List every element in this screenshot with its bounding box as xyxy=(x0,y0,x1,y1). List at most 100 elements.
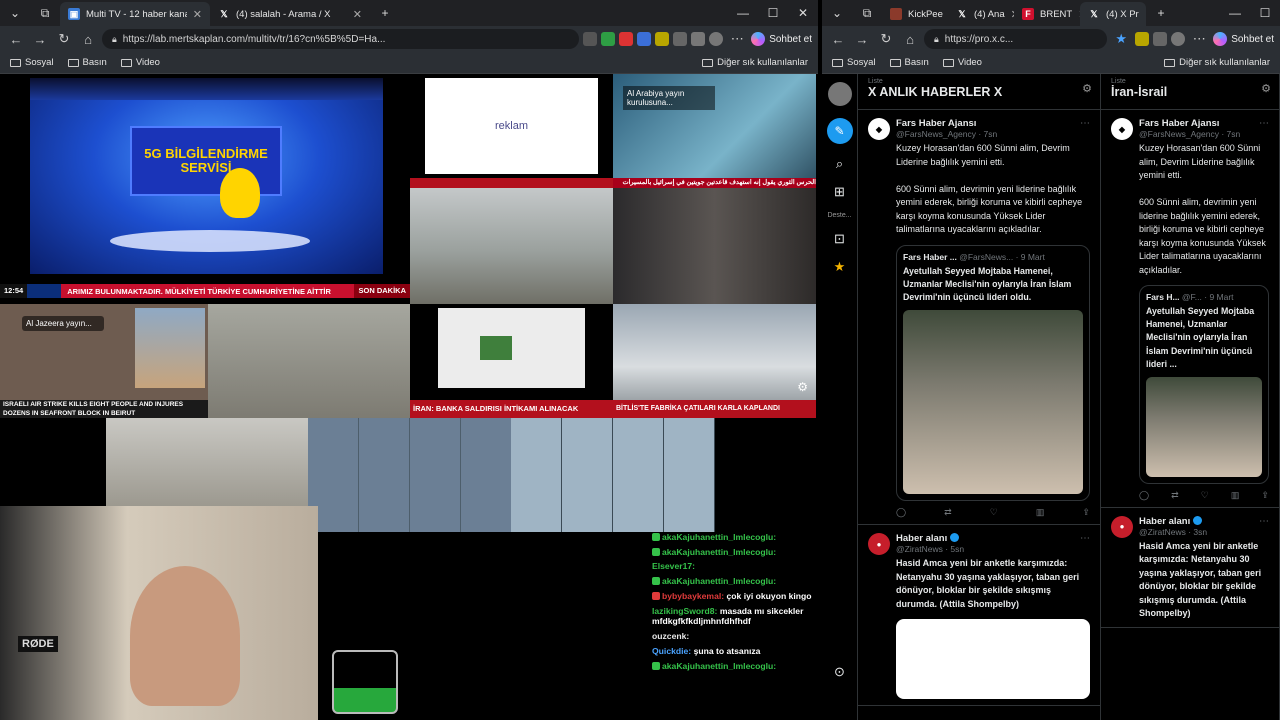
close-window-icon[interactable]: ✕ xyxy=(788,6,818,20)
profile-avatar[interactable] xyxy=(827,82,852,106)
tv-tile-studio[interactable]: 5G BİLGİLENDİRME SERVİSİ 12:54 ARIMIZ BU… xyxy=(0,74,410,304)
tv-tile-city-skyline[interactable] xyxy=(410,188,613,304)
chat-username[interactable]: akaKajuhanettin_Imlecoglu: xyxy=(662,576,776,586)
maximize-icon[interactable]: ☐ xyxy=(1250,6,1280,20)
extension-icon[interactable] xyxy=(673,32,688,46)
copilot-chat-button[interactable]: Sohbet et xyxy=(751,32,812,46)
column-settings-icon[interactable]: ⚙ xyxy=(1082,82,1092,95)
more-icon[interactable]: ⋯ xyxy=(1080,118,1090,129)
extension-icon[interactable] xyxy=(637,32,652,46)
quote-photo[interactable] xyxy=(903,310,1083,495)
bookmark-folder-video[interactable]: Video xyxy=(942,57,982,68)
tv-tile-aljazeera[interactable]: Al Jazeera yayın... ISRAELI AIR STRIKE K… xyxy=(0,304,208,418)
chat-username[interactable]: akaKajuhanettin_Imlecoglu: xyxy=(662,532,776,542)
tweet-author[interactable]: Fars Haber Ajansı xyxy=(1139,118,1240,129)
minimize-icon[interactable]: — xyxy=(1220,6,1250,20)
tv-tile-camera-grid-1[interactable] xyxy=(308,418,511,532)
views-icon[interactable]: ▥ xyxy=(1036,507,1045,518)
tweet-chart-image[interactable] xyxy=(896,619,1090,700)
split-screen-icon[interactable] xyxy=(691,32,706,46)
refresh-icon[interactable]: ↻ xyxy=(876,31,896,47)
chat-username[interactable]: bybybaykemal: xyxy=(662,591,724,601)
share-icon[interactable]: ⇪ xyxy=(1082,507,1090,518)
extension-icon[interactable] xyxy=(583,32,598,46)
back-icon[interactable]: ← xyxy=(828,32,848,47)
tab-brent[interactable]: FBRENT✕ xyxy=(1014,2,1080,26)
like-icon[interactable]: ♡ xyxy=(1201,490,1209,501)
profile-avatar[interactable] xyxy=(1171,32,1186,46)
settings-gear-icon[interactable]: ⚙ xyxy=(797,380,808,394)
back-icon[interactable]: ← xyxy=(6,32,26,47)
tab-kick[interactable]: KickPee✕ xyxy=(882,2,948,26)
forward-icon[interactable]: → xyxy=(852,32,872,47)
workspaces-icon[interactable]: ⧉ xyxy=(30,6,60,21)
tweet[interactable]: ⋯ ● Haber alanı @ZiratNews · 3sn Hasid A… xyxy=(1101,508,1279,628)
views-icon[interactable]: ▥ xyxy=(1231,490,1240,501)
minimize-icon[interactable]: — xyxy=(728,6,758,20)
tv-tile-drama[interactable] xyxy=(613,188,816,304)
extension-icon[interactable] xyxy=(601,32,616,46)
tv-tile-cnnturk[interactable]: İRAN: BANKA SALDIRISI İNTİKAMI ALINACAK xyxy=(410,304,613,418)
reply-icon[interactable]: ◯ xyxy=(1139,490,1149,501)
refresh-icon[interactable]: ↻ xyxy=(54,31,74,47)
avatar[interactable]: ● xyxy=(868,533,890,556)
chat-username[interactable]: akaKajuhanettin_Imlecoglu: xyxy=(662,661,776,671)
column-settings-icon[interactable]: ⚙ xyxy=(1261,82,1271,95)
share-icon[interactable]: ⇪ xyxy=(1261,490,1269,501)
close-tab-icon[interactable]: ✕ xyxy=(193,8,202,21)
bookmark-folder-video[interactable]: Video xyxy=(120,57,160,68)
quote-photo[interactable] xyxy=(1146,376,1262,477)
chat-username[interactable]: lazikingSword8: xyxy=(652,606,717,616)
bookmark-folder-basin[interactable]: Basın xyxy=(67,57,107,68)
chat-username[interactable]: ouzcenk: xyxy=(652,631,689,641)
more-icon[interactable]: ⋯ xyxy=(1259,516,1269,527)
workspaces-icon[interactable]: ⧉ xyxy=(852,6,882,21)
other-favorites[interactable]: Diğer sık kullanılanlar xyxy=(702,57,808,68)
url-field[interactable]: 🔒︎ https://lab.mertskaplan.com/multitv/t… xyxy=(102,29,580,49)
reply-icon[interactable]: ◯ xyxy=(896,507,906,518)
close-tab-icon[interactable]: ✕ xyxy=(353,8,362,21)
maximize-icon[interactable]: ☐ xyxy=(758,6,788,20)
more-icon[interactable]: ⋯ xyxy=(1259,118,1269,129)
bookmark-folder-basin[interactable]: Basın xyxy=(889,57,929,68)
more-menu-icon[interactable]: ⋯ xyxy=(1189,31,1209,47)
forward-icon[interactable]: → xyxy=(30,32,50,47)
like-icon[interactable]: ♡ xyxy=(990,507,998,518)
more-icon[interactable]: ⋯ xyxy=(1080,533,1090,544)
retweet-icon[interactable]: ⇄ xyxy=(1171,490,1179,501)
chat-username[interactable]: Elsever17: xyxy=(652,561,695,571)
tweet-author[interactable]: Fars Haber Ajansı xyxy=(896,118,997,129)
favorite-star-icon[interactable]: ★ xyxy=(1111,31,1131,47)
starred-deck-icon[interactable]: ★ xyxy=(834,259,846,275)
quoted-tweet[interactable]: Fars H... @F... · 9 Mart Ayetullah Seyye… xyxy=(1139,285,1269,484)
tv-tile-reklam[interactable]: reklam xyxy=(410,74,613,188)
search-icon[interactable]: ⌕ xyxy=(836,156,843,172)
chat-username[interactable]: akaKajuhanettin_Imlecoglu: xyxy=(662,547,776,557)
tab-x-pro[interactable]: 𝕏(4) X Pr✕ xyxy=(1080,2,1146,26)
profile-avatar[interactable] xyxy=(709,32,724,46)
quoted-tweet[interactable]: Fars Haber ... @FarsNews... · 9 Mart Aye… xyxy=(896,244,1090,502)
tv-tile-alarabiya[interactable]: Al Arabiya yayın kurulusuna... الحرس الث… xyxy=(613,74,816,188)
extension-icon[interactable] xyxy=(619,32,634,46)
other-favorites[interactable]: Diğer sık kullanılanlar xyxy=(1164,57,1270,68)
tweet-author-line[interactable]: Haber alanı xyxy=(896,533,964,544)
tweet[interactable]: ⋯ ◆ Fars Haber Ajansı @FarsNews_Agency ·… xyxy=(1101,110,1279,508)
compose-post-icon[interactable]: ✎ xyxy=(826,118,853,144)
more-options-icon[interactable]: ⊙ xyxy=(834,664,845,680)
tab-x-home[interactable]: 𝕏(4) Ana✕ xyxy=(948,2,1014,26)
tv-tile-camera-grid-2[interactable] xyxy=(511,418,715,532)
tweet-author-line[interactable]: Haber alanı xyxy=(1139,515,1207,527)
more-menu-icon[interactable]: ⋯ xyxy=(727,31,747,47)
home-icon[interactable]: ⌂ xyxy=(900,32,920,47)
tab-list-chevron-icon[interactable]: ⌄ xyxy=(822,6,852,20)
avatar[interactable]: ◆ xyxy=(868,118,890,140)
new-tab-icon[interactable]: + xyxy=(370,6,400,20)
avatar[interactable]: ◆ xyxy=(1111,118,1133,140)
chat-username[interactable]: Quickdie: xyxy=(652,646,691,656)
tweet[interactable]: ⋯ ● Haber alanı @ZiratNews · 5sn Hasid A… xyxy=(858,525,1100,707)
tab-multitv[interactable]: ▣ Multi TV - 12 haber kanalını aynı a ✕ xyxy=(60,2,210,26)
home-icon[interactable]: ⌂ xyxy=(78,32,98,47)
retweet-icon[interactable]: ⇄ xyxy=(944,507,952,518)
tab-list-chevron-icon[interactable]: ⌄ xyxy=(0,6,30,20)
url-field[interactable]: 🔒︎ https://pro.x.c... xyxy=(924,29,1108,49)
